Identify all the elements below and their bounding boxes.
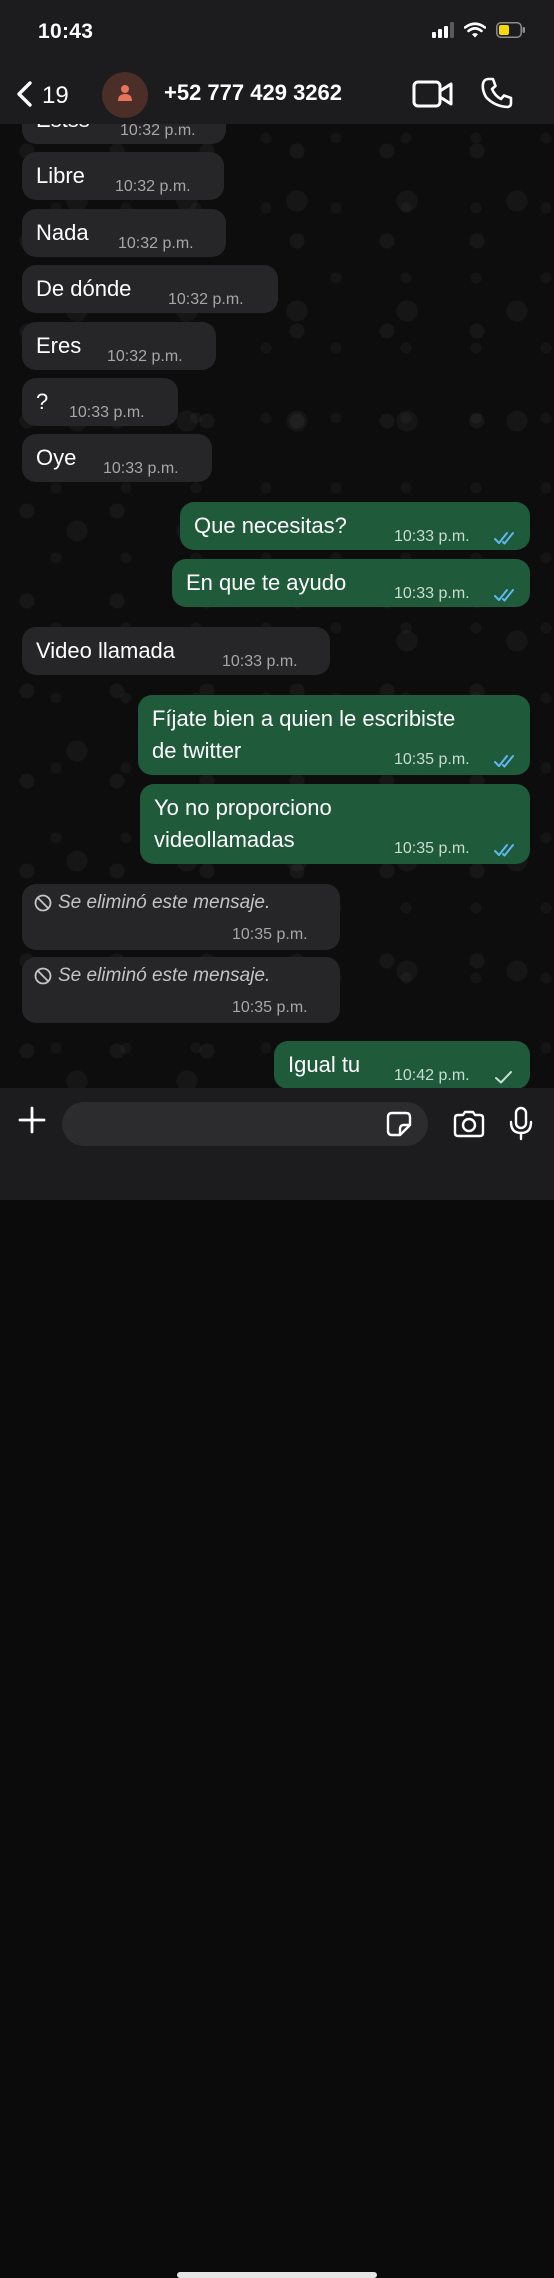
message-text: Libre [36, 163, 85, 188]
message-input[interactable] [62, 1102, 428, 1146]
deleted-message-text: Se eliminó este mensaje. [58, 892, 271, 913]
message-bubble[interactable]: Que necesitas? 10:33 p.m. [180, 502, 530, 550]
message-bubble[interactable]: Fíjate bien a quien le escribiste de twi… [138, 695, 530, 775]
message-bubble[interactable]: Yo no proporciono videollamadas 10:35 p.… [140, 784, 530, 864]
person-icon [116, 84, 134, 107]
message-text: de twitter [152, 738, 242, 763]
message-time: 10:33 p.m. [394, 585, 470, 602]
message-bubble[interactable]: En que te ayudo 10:33 p.m. [172, 559, 530, 607]
camera-button[interactable] [452, 1110, 486, 1143]
status-time: 10:43 [38, 20, 94, 43]
double-check-read-icon [494, 844, 514, 857]
video-call-button[interactable] [412, 80, 454, 113]
battery-icon [496, 22, 526, 43]
camera-icon [452, 1110, 486, 1142]
sticker-icon [386, 1111, 412, 1141]
home-indicator [177, 2272, 377, 2278]
microphone-button[interactable] [508, 1106, 534, 1147]
message-bubble[interactable]: Igual tu 10:42 p.m. [274, 1041, 530, 1088]
message-time: 10:32 p.m. [107, 348, 183, 365]
message-bubble[interactable]: ? 10:33 p.m. [22, 378, 178, 426]
double-check-read-icon [494, 532, 514, 545]
status-icons [432, 22, 526, 43]
chat-area[interactable]: Estss 10:32 p.m. Libre 10:32 p.m. Nada 1… [0, 124, 554, 1088]
message-text: Estss [36, 124, 90, 136]
message-time: 10:35 p.m. [394, 751, 470, 768]
message-bubble[interactable]: De dónde 10:32 p.m. [22, 265, 278, 313]
message-time: 10:35 p.m. [394, 840, 470, 857]
message-text: Video llamada [36, 638, 176, 663]
chat-header: 19 +52 777 429 3262 [0, 68, 554, 124]
plus-icon [16, 1106, 48, 1140]
cellular-signal-icon [432, 22, 454, 43]
deleted-message-label: Se eliminó este mensaje. [34, 892, 270, 914]
unread-count: 19 [42, 82, 69, 109]
message-text: En que te ayudo [186, 570, 347, 595]
composer-bar [0, 1088, 554, 2278]
message-time: 10:35 p.m. [232, 926, 308, 943]
video-camera-icon [412, 80, 454, 112]
avatar[interactable] [102, 72, 148, 118]
deleted-message-text: Se eliminó este mensaje. [58, 965, 271, 986]
message-time: 10:33 p.m. [69, 404, 145, 421]
message-text: Eres [36, 333, 82, 358]
message-text: Fíjate bien a quien le escribiste [152, 706, 456, 731]
message-text: videollamadas [154, 827, 295, 852]
prohibited-icon [34, 967, 52, 985]
message-bubble[interactable]: Eres 10:32 p.m. [22, 322, 216, 370]
message-bubble[interactable]: Libre 10:32 p.m. [22, 152, 224, 200]
message-time: 10:33 p.m. [222, 653, 298, 670]
message-text: De dónde [36, 276, 132, 301]
message-time: 10:33 p.m. [103, 460, 179, 477]
message-text: Igual tu [288, 1052, 361, 1077]
message-bubble[interactable]: Nada 10:32 p.m. [22, 209, 226, 257]
message-time: 10:32 p.m. [168, 291, 244, 308]
sticker-button[interactable] [386, 1111, 412, 1142]
message-bubble[interactable]: Video llamada 10:33 p.m. [22, 627, 330, 675]
status-bar: 10:43 [0, 0, 554, 68]
message-time: 10:32 p.m. [115, 178, 191, 195]
message-time: 10:32 p.m. [118, 235, 194, 252]
message-time: 10:32 p.m. [120, 124, 196, 139]
message-bubble[interactable]: Oye 10:33 p.m. [22, 434, 212, 482]
check-delivered-icon [495, 1071, 512, 1084]
deleted-message-bubble[interactable]: Se eliminó este mensaje. 10:35 p.m. [22, 957, 340, 1023]
deleted-message-label: Se eliminó este mensaje. [34, 965, 270, 987]
microphone-icon [508, 1106, 534, 1146]
message-time: 10:35 p.m. [232, 999, 308, 1016]
contact-name[interactable]: +52 777 429 3262 [164, 80, 342, 106]
phone-icon [480, 77, 514, 114]
message-text: Oye [36, 445, 77, 470]
message-time: 10:42 p.m. [394, 1067, 470, 1084]
message-bubble[interactable]: Estss 10:32 p.m. [22, 124, 226, 144]
back-button[interactable]: 19 [14, 76, 69, 116]
message-text: ? [36, 389, 49, 414]
wifi-icon [463, 22, 487, 43]
voice-call-button[interactable] [480, 76, 514, 115]
double-check-read-icon [494, 589, 514, 602]
message-text: Que necesitas? [194, 513, 347, 538]
chevron-left-icon [14, 80, 34, 113]
prohibited-icon [34, 894, 52, 912]
deleted-message-bubble[interactable]: Se eliminó este mensaje. 10:35 p.m. [22, 884, 340, 950]
double-check-read-icon [494, 755, 514, 768]
message-text: Yo no proporciono [154, 795, 332, 820]
attach-button[interactable] [16, 1104, 48, 1141]
message-time: 10:33 p.m. [394, 528, 470, 545]
message-text: Nada [36, 220, 89, 245]
